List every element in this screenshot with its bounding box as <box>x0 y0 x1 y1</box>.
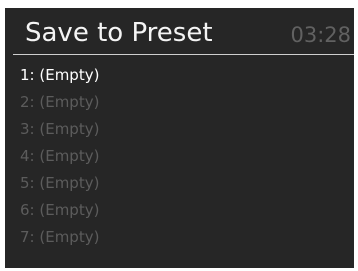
header-divider <box>13 54 354 55</box>
preset-slot-6[interactable]: 6: (Empty) <box>5 197 354 224</box>
preset-slot-2[interactable]: 2: (Empty) <box>5 89 354 116</box>
header: Save to Preset 03:28 <box>5 8 354 54</box>
clock: 03:28 <box>290 23 351 47</box>
preset-slot-4[interactable]: 4: (Empty) <box>5 143 354 170</box>
preset-slot-1[interactable]: 1: (Empty) <box>5 62 354 89</box>
save-to-preset-screen: Save to Preset 03:28 1: (Empty) 2: (Empt… <box>5 8 354 268</box>
preset-slot-5[interactable]: 5: (Empty) <box>5 170 354 197</box>
preset-slot-7[interactable]: 7: (Empty) <box>5 224 354 251</box>
preset-list: 1: (Empty) 2: (Empty) 3: (Empty) 4: (Emp… <box>5 62 354 251</box>
preset-slot-3[interactable]: 3: (Empty) <box>5 116 354 143</box>
page-title: Save to Preset <box>25 18 213 48</box>
